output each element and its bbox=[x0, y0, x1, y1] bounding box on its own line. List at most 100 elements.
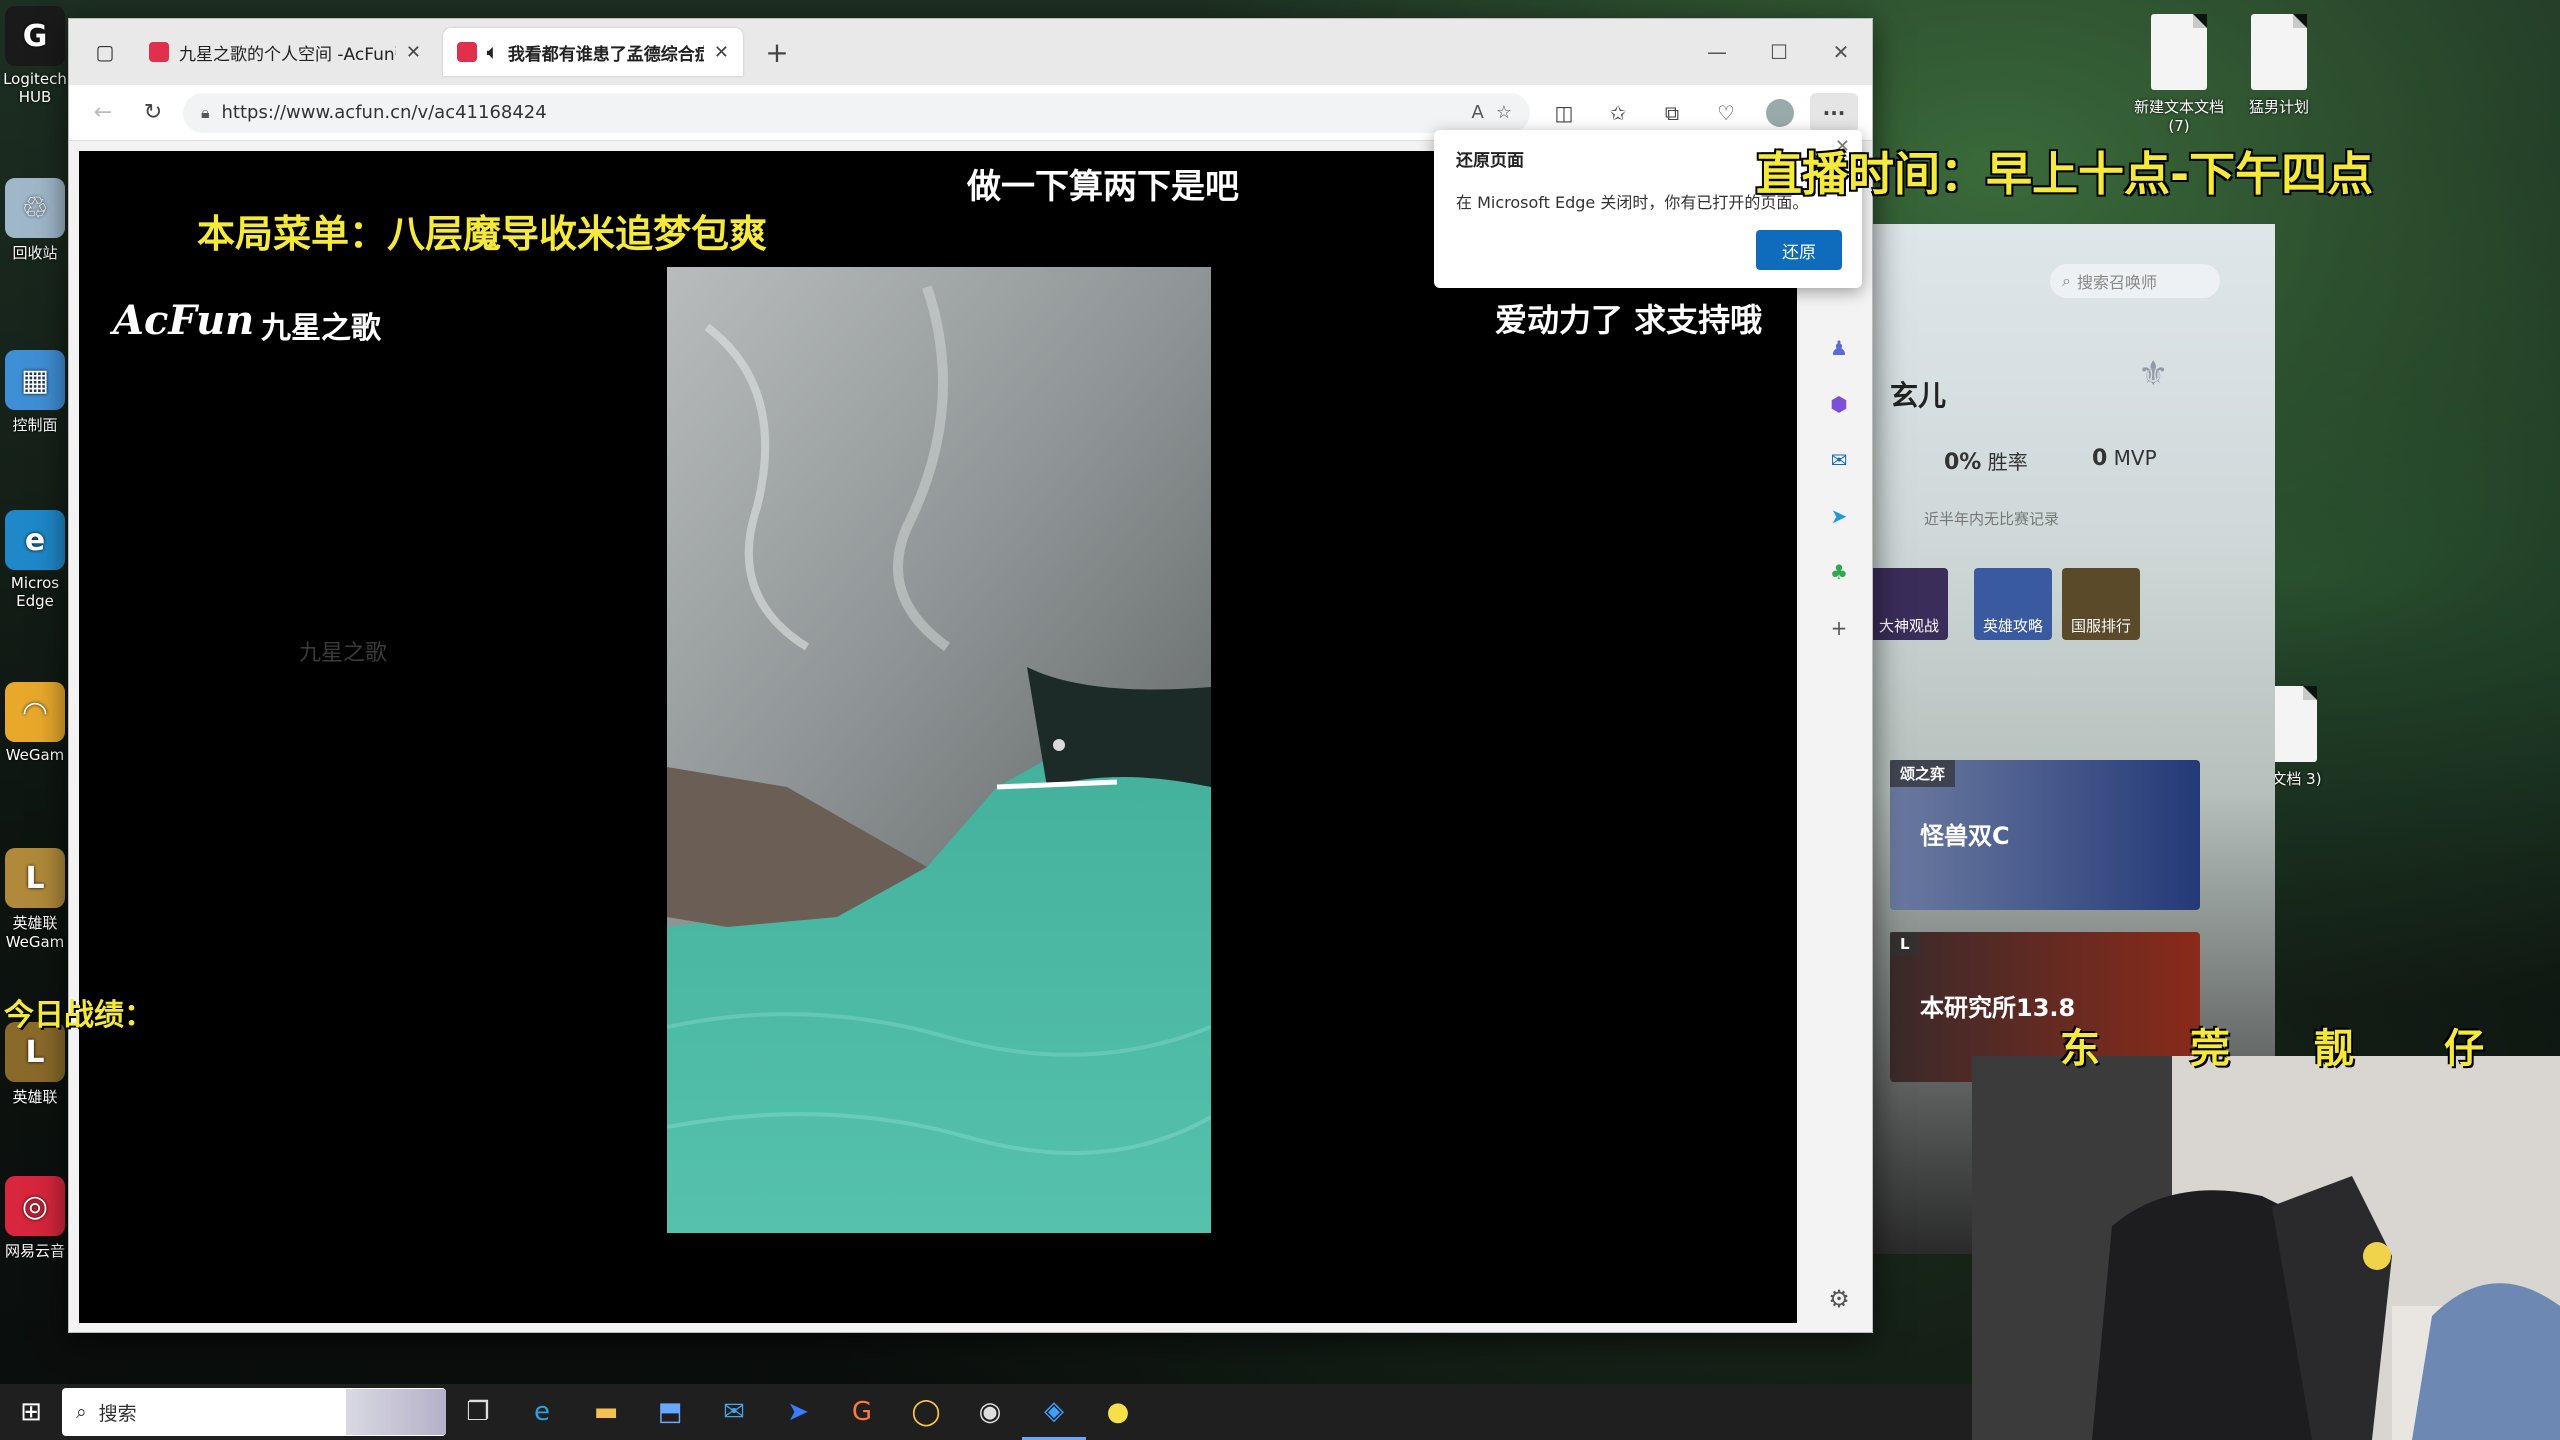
obs-icon[interactable]: ◉ bbox=[958, 1384, 1022, 1440]
collections-icon[interactable]: ⧉ bbox=[1648, 93, 1696, 133]
read-aloud-icon[interactable]: A bbox=[1472, 102, 1484, 123]
mvp-count: 0 MVP bbox=[2092, 446, 2157, 471]
video-player[interactable]: 做一下算两下是吧 本局菜单：八层魔导收米追梦包爽 爱动力了 求支持哦 AcFun… bbox=[79, 151, 1797, 1323]
outlook-icon[interactable]: ✉ bbox=[1822, 443, 1856, 477]
search-icon: ⌕ bbox=[2062, 271, 2071, 290]
desktop-icon[interactable]: L 英雄联 WeGam bbox=[2, 848, 68, 951]
summoner-search-input[interactable]: ⌕ 搜索召唤师 bbox=[2050, 264, 2220, 298]
search-highlight-art bbox=[346, 1389, 446, 1435]
desktop-icon[interactable]: ♲ 回收站 bbox=[2, 178, 68, 263]
office-icon[interactable]: ⬢ bbox=[1822, 387, 1856, 421]
file-explorer-icon[interactable]: ▬ bbox=[574, 1384, 638, 1440]
desktop-icon-label: Micros Edge bbox=[10, 574, 60, 610]
webcam-room-scene bbox=[1972, 1056, 2560, 1440]
logitech-icon[interactable]: G bbox=[830, 1384, 894, 1440]
acfun-favicon-icon bbox=[457, 42, 477, 62]
acfun-favicon-icon bbox=[149, 42, 169, 62]
feishu-icon[interactable]: ➤ bbox=[766, 1384, 830, 1440]
tab-video[interactable]: 🔈︎ 我看都有谁患了孟德综合症 ✕ bbox=[443, 28, 743, 76]
desktop-icon-label: Logitech HUB bbox=[3, 70, 67, 106]
tree-icon[interactable]: ♣ bbox=[1822, 555, 1856, 589]
video-menu-caption: 本局菜单：八层魔导收米追梦包爽 bbox=[197, 212, 768, 256]
tab-bar: ▢ 九星之歌的个人空间 -AcFun弹幕 ✕ 🔈︎ 我看都有谁患了孟德综合症 ✕… bbox=[69, 19, 1872, 85]
app-shortcut-icon: e bbox=[5, 510, 65, 570]
app-shortcut-icon: ▦ bbox=[5, 350, 65, 410]
edge-sidebar: ♟ ⬢ ✉ ➤ ♣ + ⚙ bbox=[1806, 151, 1872, 1323]
desktop-icon[interactable]: ◎ 网易云音 bbox=[2, 1176, 68, 1261]
toolbar-icons: ◫ ✩ ⧉ ♡ ··· bbox=[1540, 92, 1858, 133]
app-shortcut-icon: ♲ bbox=[5, 178, 65, 238]
desktop-icon[interactable]: ▦ 控制面 bbox=[2, 350, 68, 435]
favorites-icon[interactable]: ✩ bbox=[1594, 93, 1642, 133]
maximize-button[interactable]: ☐ bbox=[1748, 40, 1810, 64]
desktop-icon-label: WeGam bbox=[5, 746, 65, 764]
webcam-feed bbox=[1972, 1056, 2560, 1440]
url-input[interactable] bbox=[221, 102, 1460, 123]
new-tab-button[interactable]: + bbox=[757, 36, 797, 69]
spectate-button[interactable]: 大神观战 bbox=[1870, 568, 1948, 640]
lock-icon: 🔒︎ bbox=[201, 102, 210, 122]
restore-button[interactable]: 还原 bbox=[1756, 230, 1842, 270]
edge-icon[interactable]: e bbox=[510, 1384, 574, 1440]
store-icon[interactable]: ⬒ bbox=[638, 1384, 702, 1440]
desktop-icon[interactable]: L 英雄联 bbox=[2, 1022, 68, 1107]
url-field[interactable]: 🔒︎ A ☆ bbox=[183, 92, 1530, 133]
close-tab-icon[interactable]: ✕ bbox=[714, 42, 729, 63]
text-file-icon bbox=[2151, 14, 2207, 90]
more-menu-button[interactable]: ··· bbox=[1810, 92, 1858, 133]
match-record-text: 近半年内无比赛记录 bbox=[1924, 510, 2060, 528]
circle-app-icon[interactable]: ◯ bbox=[894, 1384, 958, 1440]
hero-guide-button[interactable]: 英雄攻略 bbox=[1974, 568, 2052, 640]
sidebar-settings-icon[interactable]: ⚙ bbox=[1828, 1285, 1850, 1313]
mail-icon[interactable]: ✉ bbox=[702, 1384, 766, 1440]
start-button[interactable]: ⊞ bbox=[0, 1384, 62, 1440]
favorite-star-icon[interactable]: ☆ bbox=[1496, 102, 1512, 123]
tab-actions-button[interactable]: ▢ bbox=[83, 30, 127, 74]
win-rate: 0% 胜率 bbox=[1944, 450, 2028, 475]
nickname-char-2: 莞 bbox=[2190, 1026, 2230, 1072]
news-card-1[interactable]: 颂之弈 怪兽双C bbox=[1890, 760, 2200, 910]
task-view-icon[interactable]: ❐ bbox=[446, 1384, 510, 1440]
people-icon[interactable]: ♟ bbox=[1822, 331, 1856, 365]
desktop-icon[interactable]: ◠ WeGam bbox=[2, 682, 68, 764]
video-caption-top: 做一下算两下是吧 bbox=[967, 167, 1239, 207]
drop-icon[interactable]: ➤ bbox=[1822, 499, 1856, 533]
close-tab-icon[interactable]: ✕ bbox=[406, 42, 421, 63]
app-shortcut-icon: G bbox=[5, 6, 65, 66]
app-shortcut-icon: ◠ bbox=[5, 682, 65, 742]
desktop-icon-label: 网易云音 bbox=[4, 1242, 65, 1260]
today-stats-overlay: 今日战绩： bbox=[4, 998, 154, 1033]
desktop-icon[interactable]: G Logitech HUB bbox=[2, 6, 68, 106]
profile-avatar[interactable] bbox=[1756, 93, 1804, 133]
browser-essentials-icon[interactable]: ♡ bbox=[1702, 93, 1750, 133]
nickname-char-4: 仔 bbox=[2444, 1026, 2484, 1072]
split-screen-icon[interactable]: ◫ bbox=[1540, 93, 1588, 133]
stream-time-overlay: 直播时间：早上十点-下午四点 bbox=[1756, 147, 2374, 201]
desktop-icon[interactable]: e Micros Edge bbox=[2, 510, 68, 610]
taskbar-search[interactable]: ⌕ 搜索 bbox=[62, 1388, 446, 1436]
close-window-button[interactable]: ✕ bbox=[1810, 40, 1872, 64]
nickname-char-3: 靓 bbox=[2314, 1026, 2354, 1072]
text-file-icon bbox=[2251, 14, 2307, 90]
video-frame[interactable] bbox=[667, 267, 1211, 1233]
player-name: 玄儿 bbox=[1890, 379, 1947, 412]
rock-water-scene bbox=[667, 267, 1211, 1233]
app-shortcut-icon: ◎ bbox=[5, 1176, 65, 1236]
nickname-char-1: 东 bbox=[2060, 1026, 2100, 1072]
back-button[interactable]: ← bbox=[83, 93, 123, 133]
ranking-button[interactable]: 国服排行 bbox=[2062, 568, 2140, 640]
search-icon: ⌕ bbox=[76, 1401, 87, 1423]
minimize-button[interactable]: — bbox=[1686, 40, 1748, 64]
desktop-icon-label: 英雄联 bbox=[12, 1088, 58, 1106]
lol-icon[interactable]: ● bbox=[1086, 1384, 1150, 1440]
desktop-file-plan[interactable]: 猛男计划 bbox=[2224, 14, 2334, 117]
audio-playing-icon[interactable]: 🔈︎ bbox=[487, 42, 498, 63]
desktop-file-new-text[interactable]: 新建文本文档 (7) bbox=[2124, 14, 2234, 135]
tab-actions-icon: ▢ bbox=[95, 40, 115, 64]
add-icon[interactable]: + bbox=[1822, 611, 1856, 645]
refresh-button[interactable]: ↻ bbox=[133, 93, 173, 133]
tab-acfun-space[interactable]: 九星之歌的个人空间 -AcFun弹幕 ✕ bbox=[135, 28, 435, 76]
desktop-icon-label: 回收站 bbox=[12, 244, 58, 262]
qq-browser-icon[interactable]: ◈ bbox=[1022, 1384, 1086, 1440]
video-watermark: 九星之歌 bbox=[299, 641, 388, 666]
